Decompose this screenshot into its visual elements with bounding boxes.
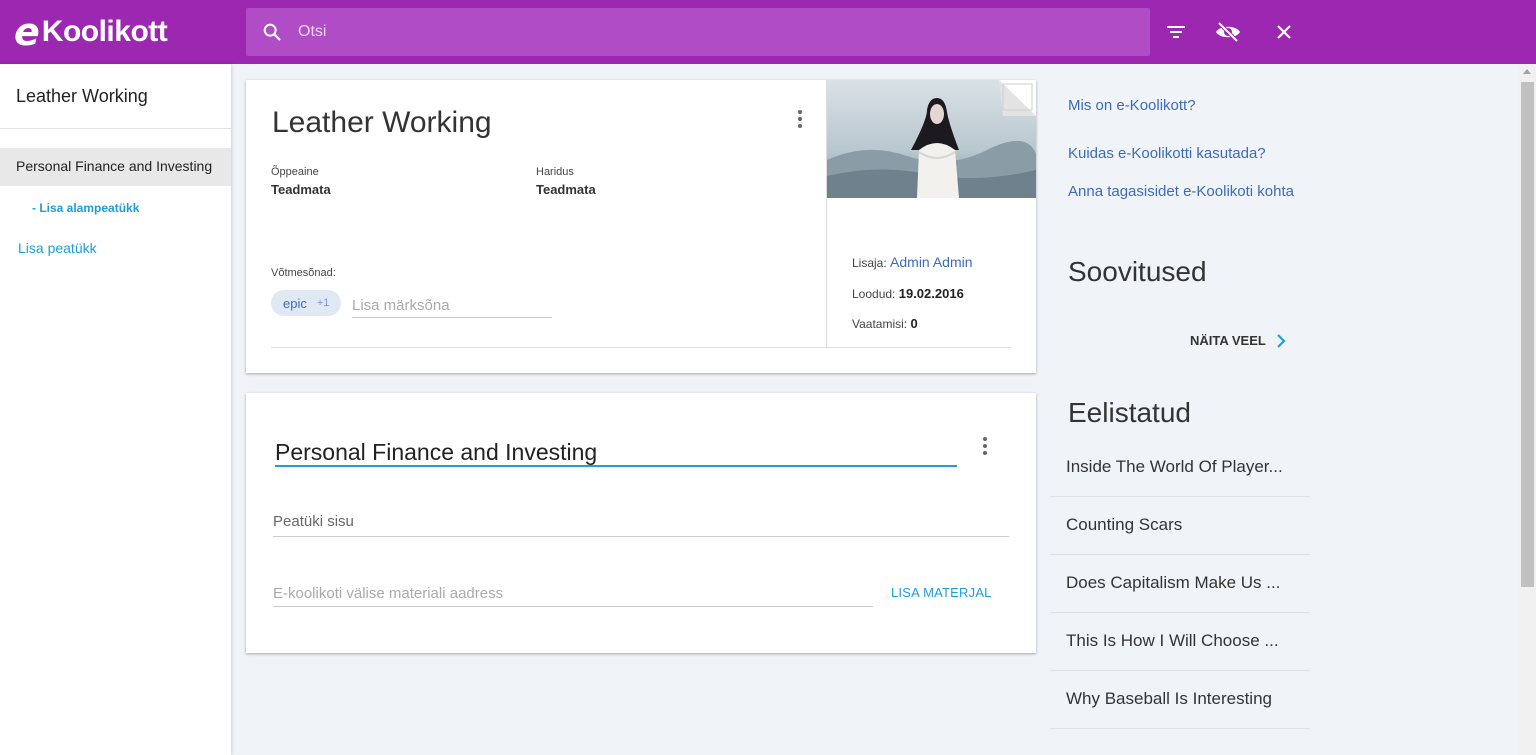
search-bar (246, 8, 1150, 56)
chapter-card: Personal Finance and Investing Peatüki s… (246, 393, 1036, 653)
logo[interactable]: e Koolikott (14, 10, 168, 54)
created-value: 19.02.2016 (898, 286, 964, 301)
material-url-field[interactable]: E-koolikoti välise materiali aadress (273, 585, 873, 607)
search-icon[interactable] (246, 21, 298, 43)
created-date: Loodud: 19.02.2016 (852, 286, 964, 301)
added-by-label: Lisaja: (852, 256, 887, 270)
visibility-off-icon[interactable] (1212, 16, 1244, 48)
show-more-label: NÄITA VEEL (1190, 333, 1266, 348)
added-by-link[interactable]: Admin Admin (890, 254, 972, 270)
views-value: 0 (910, 316, 918, 331)
keyword-input[interactable] (352, 294, 552, 318)
featured-item[interactable]: Inside The World Of Player... (1050, 439, 1310, 497)
add-material-button[interactable]: LISA MATERJAL (891, 585, 992, 600)
material-card: Leather Working Õppeaine Teadmata Haridu… (246, 80, 1036, 373)
divider (271, 347, 1011, 348)
link-feedback[interactable]: Anna tagasisidet e-Koolikoti kohta (1068, 182, 1298, 202)
material-thumbnail[interactable] (827, 80, 1036, 198)
more-vert-icon[interactable] (973, 434, 997, 458)
subject-value: Teadmata (271, 182, 331, 197)
chapter-content-field[interactable]: Peatüki sisu (273, 513, 1009, 537)
sidebar-title[interactable]: Leather Working (0, 64, 231, 129)
scrollbar[interactable] (1519, 64, 1536, 755)
views-label: Vaatamisi: (852, 317, 908, 331)
top-app-bar: e Koolikott (0, 0, 1536, 64)
add-chapter-link[interactable]: Lisa peatükk (18, 240, 97, 256)
scrollbar-thumb[interactable] (1521, 82, 1534, 587)
link-how-to-use[interactable]: Kuidas e-Koolikotti kasutada? (1068, 144, 1298, 164)
logo-e: e (14, 10, 40, 54)
logo-name: Koolikott (41, 15, 168, 48)
featured-item[interactable]: This Is How I Will Choose ... (1050, 613, 1310, 671)
featured-item[interactable]: Why Baseball Is Interesting (1050, 671, 1310, 729)
education-value: Teadmata (536, 182, 596, 197)
keyword-chip[interactable]: epic +1 (271, 290, 342, 316)
keywords-label: Võtmesõnad: (271, 267, 336, 279)
sidebar: Leather Working Personal Finance and Inv… (0, 64, 231, 755)
added-by: Lisaja: Admin Admin (852, 254, 973, 270)
featured-heading: Eelistatud (1068, 397, 1191, 428)
close-icon[interactable] (1268, 16, 1300, 48)
education-label: Haridus (536, 166, 574, 178)
show-more-button[interactable]: NÄITA VEEL (1190, 333, 1286, 348)
subject-label: Õppeaine (271, 166, 319, 178)
material-title: Leather Working (272, 106, 492, 139)
recommendations-heading: Soovitused (1068, 256, 1207, 287)
more-vert-icon[interactable] (788, 107, 812, 131)
keyword-chip-label: epic (283, 295, 307, 311)
scroll-up-arrow-icon[interactable] (1523, 69, 1531, 74)
view-count: Vaatamisi: 0 (852, 316, 918, 331)
chapter-title-input[interactable]: Personal Finance and Investing (275, 439, 957, 467)
filter-icon[interactable] (1160, 16, 1192, 48)
sidebar-item-chapter[interactable]: Personal Finance and Investing (0, 148, 231, 186)
featured-item[interactable]: Counting Scars (1050, 497, 1310, 555)
add-subchapter-link[interactable]: - Lisa alampeatükk (32, 201, 139, 215)
link-what-is[interactable]: Mis on e-Koolikott? (1068, 96, 1298, 116)
featured-item[interactable]: Does Capitalism Make Us ... (1050, 555, 1310, 613)
search-input[interactable] (298, 23, 1098, 41)
chevron-right-icon (1277, 333, 1286, 348)
created-label: Loodud: (852, 287, 896, 301)
keyword-more-count: +1 (316, 297, 330, 309)
